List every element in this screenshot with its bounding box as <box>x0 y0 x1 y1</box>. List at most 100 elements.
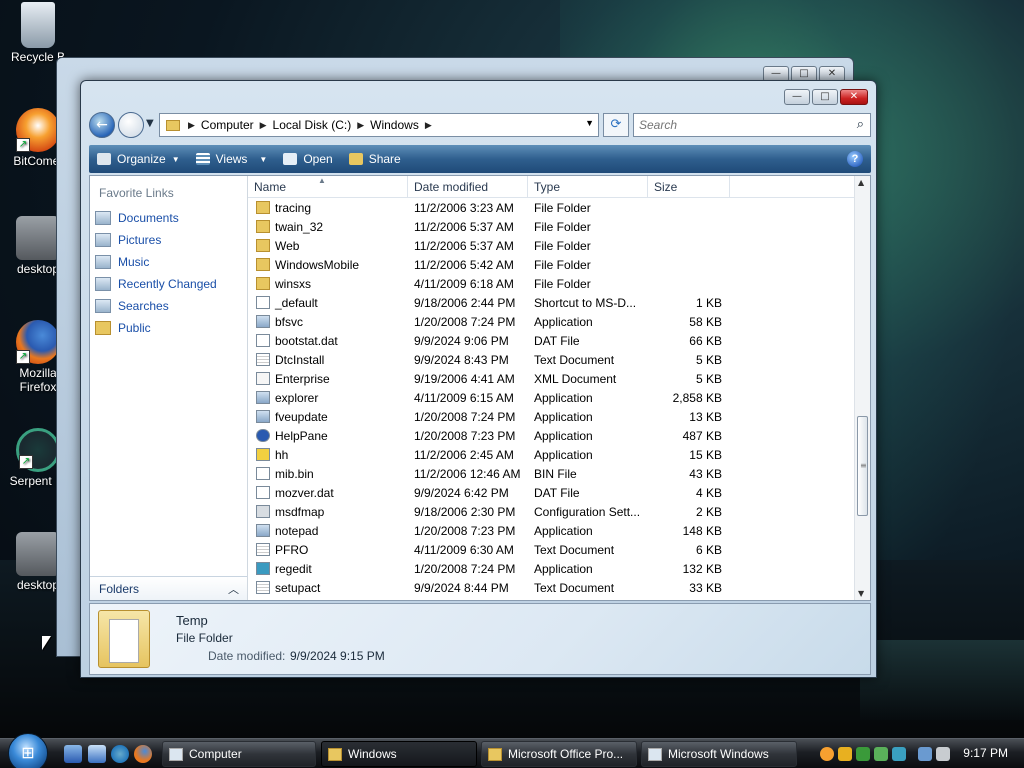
taskbar-button-microsoft-windows[interactable]: Microsoft Windows <box>641 741 797 767</box>
breadcrumb-separator-icon[interactable]: ▶ <box>188 120 195 131</box>
table-row[interactable]: WindowsMobile 11/2/2006 5:42 AM File Folde… <box>248 255 856 274</box>
column-header-date[interactable]: Date modified <box>408 176 528 198</box>
favorite-link-recently-changed[interactable]: Recently Changed <box>95 273 217 295</box>
table-row[interactable]: regedit 1/20/2008 7:24 PM Application 132 K… <box>248 559 856 578</box>
breadcrumb-separator-icon[interactable]: ▶ <box>260 120 267 131</box>
table-row[interactable]: bootstat.dat 9/9/2024 9:06 PM DAT File 66 K… <box>248 331 856 350</box>
scroll-down-icon[interactable]: ▼ <box>858 589 864 598</box>
cell-date: 4/11/2009 6:18 AM <box>414 276 514 291</box>
cell-type: BIN File <box>534 466 577 481</box>
back-button[interactable]: ← <box>89 112 115 138</box>
table-row[interactable]: mib.bin 11/2/2006 12:46 AM BIN File 43 KB <box>248 464 856 483</box>
tray-network-icon[interactable] <box>874 747 888 761</box>
table-row[interactable]: bfsvc 1/20/2008 7:24 PM Application 58 KB <box>248 312 856 331</box>
column-header-name[interactable]: ▲ Name <box>248 176 408 198</box>
tray-app-icon[interactable] <box>820 747 834 761</box>
folders-toggle[interactable]: Folders ︿ <box>90 576 247 600</box>
favorite-link-searches[interactable]: Searches <box>95 295 217 317</box>
table-row[interactable]: mozver.dat 9/9/2024 6:42 PM DAT File 4 KB <box>248 483 856 502</box>
navigation-pane: Favorite Links Documents Pictures Music … <box>90 176 248 600</box>
file-name: PFRO <box>275 542 309 557</box>
table-row[interactable]: fveupdate 1/20/2008 7:24 PM Application 13 … <box>248 407 856 426</box>
start-button[interactable]: ⊞ <box>8 733 48 768</box>
table-row[interactable]: hh 11/2/2006 2:45 AM Application 15 KB <box>248 445 856 464</box>
address-dropdown-icon[interactable]: ▼ <box>585 118 594 128</box>
maximize-button[interactable]: □ <box>812 89 838 105</box>
show-desktop-icon[interactable] <box>64 745 82 763</box>
favorite-link-pictures[interactable]: Pictures <box>95 229 217 251</box>
forward-button[interactable] <box>118 112 144 138</box>
file-name: Enterprise <box>275 371 330 386</box>
cell-size: 43 KB <box>689 466 722 481</box>
column-header-label: Date modified <box>414 180 489 194</box>
vertical-scrollbar[interactable]: ▲ ≡ ▼ <box>854 176 870 600</box>
close-button[interactable]: ✕ <box>840 89 868 105</box>
scrollbar-thumb[interactable]: ≡ <box>857 416 868 516</box>
cell-type: File Folder <box>534 276 591 291</box>
tray-computers-icon[interactable] <box>918 747 932 761</box>
refresh-button[interactable]: ⟳ <box>603 113 629 137</box>
cell-type: Configuration Sett... <box>534 504 641 519</box>
desktop-icon-recycle-bin[interactable]: Recycle B <box>0 2 76 64</box>
table-row[interactable]: DtcInstall 9/9/2024 8:43 PM Text Document 5… <box>248 350 856 369</box>
table-row[interactable]: Enterprise 9/19/2006 4:41 AM XML Document 5… <box>248 369 856 388</box>
table-row[interactable]: msdfmap 9/18/2006 2:30 PM Configuration Se… <box>248 502 856 521</box>
column-header-type[interactable]: Type <box>528 176 648 198</box>
breadcrumb-separator-icon[interactable]: ▶ <box>425 120 432 131</box>
table-row[interactable]: twain_32 11/2/2006 5:37 AM File Folder <box>248 217 856 236</box>
taskbar-button-computer[interactable]: Computer <box>162 741 316 767</box>
views-button[interactable]: Views ▼ <box>188 145 276 173</box>
address-bar[interactable]: ▶ Computer ▶ Local Disk (C:) ▶ Windows ▶… <box>159 113 599 137</box>
cell-date: 1/20/2008 7:23 PM <box>414 523 516 538</box>
search-icon[interactable]: ⌕ <box>857 117 864 132</box>
selected-item-name: Temp <box>176 613 208 628</box>
minimize-button[interactable]: — <box>784 89 810 105</box>
organize-button[interactable]: Organize ▼ <box>89 145 188 173</box>
cell-size: 5 KB <box>695 352 722 367</box>
file-name: hh <box>275 447 289 462</box>
table-row[interactable]: _default 9/18/2006 2:44 PM Shortcut to MS-… <box>248 293 856 312</box>
scroll-up-icon[interactable]: ▲ <box>858 178 864 187</box>
favorite-link-public[interactable]: Public <box>95 317 217 339</box>
table-row[interactable]: notepad 1/20/2008 7:23 PM Application 148 K… <box>248 521 856 540</box>
table-row[interactable]: explorer 4/11/2009 6:15 AM Application 2,85… <box>248 388 856 407</box>
switch-windows-icon[interactable] <box>88 745 106 763</box>
taskbar-button-office[interactable]: Microsoft Office Pro... <box>481 741 637 767</box>
taskbar: ⊞ Computer Windows Microsoft Office Pro.… <box>0 733 1024 768</box>
share-button[interactable]: Share <box>341 145 409 173</box>
txt-file-icon <box>256 353 270 366</box>
table-row[interactable]: tracing 11/2/2006 3:23 AM File Folder <box>248 198 856 217</box>
shield-icon[interactable] <box>838 747 852 761</box>
open-button[interactable]: Open <box>275 145 340 173</box>
favorite-link-music[interactable]: Music <box>95 251 217 273</box>
column-header-label: Name <box>254 180 287 194</box>
volume-muted-icon[interactable] <box>936 747 950 761</box>
help-icon[interactable]: ? <box>847 151 863 167</box>
table-row[interactable]: HelpPane 1/20/2008 7:23 PM Application 487 … <box>248 426 856 445</box>
column-header-label: Type <box>534 180 561 194</box>
system-clock[interactable]: 9:17 PM <box>963 746 1008 760</box>
recent-pages-dropdown[interactable]: ▼ <box>146 118 154 129</box>
chevron-up-icon: ︿ <box>228 584 239 596</box>
file-name: fveupdate <box>275 409 328 424</box>
explorer-window[interactable]: — □ ✕ ← ▼ ▶ Computer ▶ Local Disk (C:) ▶… <box>80 80 877 678</box>
search-box[interactable]: ⌕ <box>633 113 871 137</box>
breadcrumb-local-disk[interactable]: Local Disk (C:) <box>273 118 352 132</box>
tray-sync-icon[interactable] <box>892 747 906 761</box>
cell-name: fveupdate <box>248 410 408 424</box>
search-input[interactable] <box>634 114 844 136</box>
table-row[interactable]: winsxs 4/11/2009 6:18 AM File Folder <box>248 274 856 293</box>
column-header-size[interactable]: Size <box>648 176 730 198</box>
tray-check-icon[interactable] <box>856 747 870 761</box>
firefox-icon[interactable] <box>134 745 152 763</box>
table-row[interactable]: setupact 9/9/2024 8:44 PM Text Document 33 … <box>248 578 856 597</box>
internet-explorer-icon[interactable] <box>111 745 129 763</box>
favorite-link-documents[interactable]: Documents <box>95 207 217 229</box>
breadcrumb-separator-icon[interactable]: ▶ <box>357 120 364 131</box>
table-row[interactable]: PFRO 4/11/2009 6:30 AM Text Document 6 KB <box>248 540 856 559</box>
breadcrumb-windows[interactable]: Windows <box>370 118 419 132</box>
taskbar-button-windows[interactable]: Windows <box>321 741 477 767</box>
breadcrumb-computer[interactable]: Computer <box>201 118 254 132</box>
table-row[interactable]: Web 11/2/2006 5:37 AM File Folder <box>248 236 856 255</box>
selected-item-type: File Folder <box>176 631 233 645</box>
